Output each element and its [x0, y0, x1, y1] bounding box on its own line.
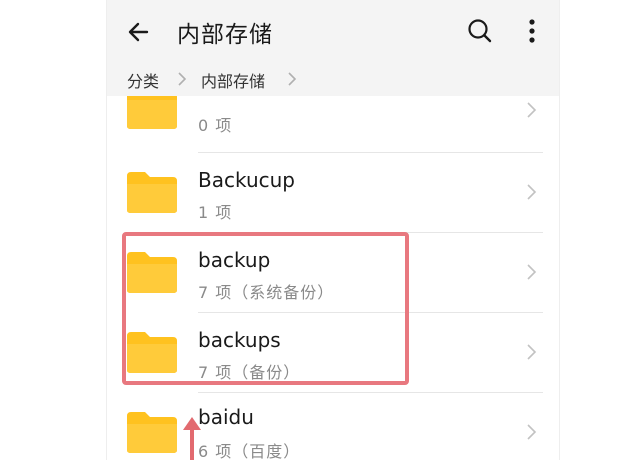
- folder-meta: 0 项: [198, 116, 233, 135]
- folder-name: backup: [198, 248, 271, 272]
- folder-name: backups: [198, 328, 281, 352]
- chevron-right-icon: [178, 72, 187, 86]
- file-manager-screen: 内部存储 分类 内部存储 0 项 Backucup 1 项 backup 7 项…: [107, 0, 559, 460]
- folder-meta: 7 项（备份）: [198, 363, 301, 382]
- list-item[interactable]: backup 7 项（系统备份）: [107, 233, 559, 313]
- app-header: 内部存储: [107, 0, 559, 62]
- folder-meta: 1 项: [198, 203, 233, 222]
- folder-name: Backucup: [198, 168, 295, 192]
- breadcrumb-item-internal-storage[interactable]: 内部存储: [201, 68, 265, 92]
- folder-list: aweme_monitor 0 项 Backucup 1 项: [107, 96, 559, 460]
- page-title: 内部存储: [177, 22, 273, 48]
- arrow-left-icon: [128, 22, 149, 42]
- folder-icon: [127, 332, 177, 373]
- more-options-button[interactable]: [517, 13, 547, 49]
- folder-icon: [127, 96, 177, 129]
- folder-icon: [127, 412, 177, 453]
- chevron-right-icon: [527, 102, 537, 118]
- more-vertical-icon: [529, 19, 535, 43]
- breadcrumb-item-category[interactable]: 分类: [127, 68, 159, 92]
- search-button[interactable]: [462, 13, 498, 49]
- list-item[interactable]: Backucup 1 项: [107, 153, 559, 233]
- back-button[interactable]: [121, 14, 157, 50]
- folder-meta: 7 项（系统备份）: [198, 283, 335, 302]
- search-icon: [468, 19, 492, 43]
- chevron-right-icon: [527, 184, 537, 200]
- chevron-right-icon: [527, 344, 537, 360]
- list-item[interactable]: backups 7 项（备份）: [107, 313, 559, 393]
- chevron-right-icon: [527, 424, 537, 440]
- chevron-right-icon: [527, 264, 537, 280]
- list-item[interactable]: baidu 6 项（百度）: [107, 393, 559, 460]
- folder-icon: [127, 252, 177, 293]
- folder-icon: [127, 172, 177, 213]
- folder-meta: 6 项（百度）: [198, 442, 301, 460]
- chevron-right-icon: [288, 72, 297, 86]
- folder-name: baidu: [198, 405, 254, 429]
- breadcrumb: 分类 内部存储: [107, 62, 559, 96]
- list-item[interactable]: aweme_monitor 0 项: [107, 96, 559, 148]
- arrow-up-icon: [183, 417, 201, 460]
